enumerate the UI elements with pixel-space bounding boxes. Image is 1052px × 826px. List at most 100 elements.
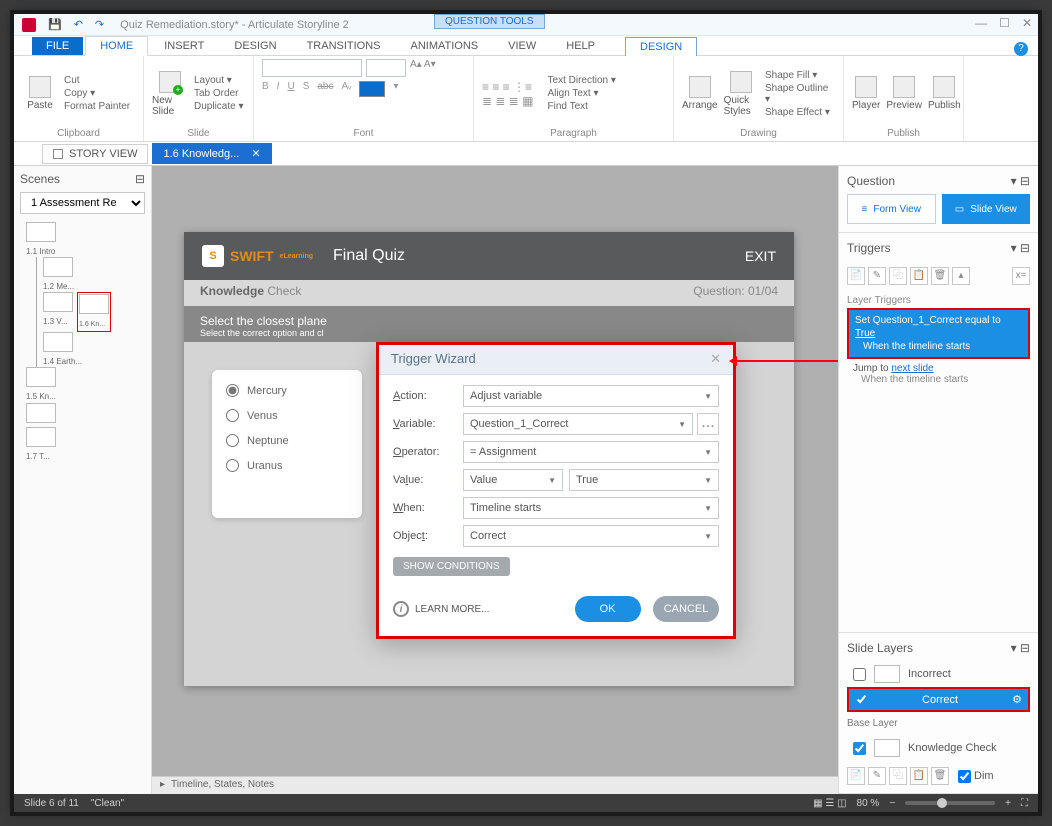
scenes-title: Scenes — [20, 172, 60, 186]
tab-animations[interactable]: ANIMATIONS — [397, 37, 493, 55]
exit-button[interactable]: EXIT — [745, 248, 776, 264]
new-trigger-icon[interactable]: 📄 — [847, 267, 865, 285]
help-icon[interactable]: ? — [1014, 42, 1028, 56]
when-select[interactable]: Timeline starts▼ — [463, 497, 719, 519]
layer-knowledge-check[interactable]: Knowledge Check — [847, 735, 1030, 761]
slide-tree[interactable]: 1.1 Intro 1.2 Me... 1.3 V... 1.6 Kn... 1… — [20, 222, 145, 462]
close-icon[interactable]: ✕ — [1022, 16, 1032, 30]
delete-layer-icon[interactable]: 🗑 — [931, 767, 949, 785]
slide-view-button[interactable]: ▭Slide View — [942, 194, 1031, 224]
paste-layer-icon[interactable]: 📋 — [910, 767, 928, 785]
tab-current-slide[interactable]: 1.6 Knowledg...✕ — [152, 143, 271, 164]
layer-correct[interactable]: Correct⚙ — [847, 687, 1030, 712]
layout-button[interactable]: Layout ▾ — [194, 75, 244, 86]
operator-select[interactable]: = Assignment▼ — [463, 441, 719, 463]
tab-design[interactable]: DESIGN — [220, 37, 290, 55]
option-venus[interactable]: Venus — [226, 409, 348, 422]
edit-trigger-icon[interactable]: ✎ — [868, 267, 886, 285]
player-button[interactable]: Player — [852, 76, 880, 111]
status-bar: Slide 6 of 11 "Clean" ▦ ☰ ◫ 80 % −+ ⛶ — [14, 794, 1038, 812]
scene-select[interactable]: 1 Assessment Re — [20, 192, 145, 214]
shape-fill-button[interactable]: Shape Fill ▾ — [765, 70, 835, 81]
quick-styles-button[interactable]: Quick Styles — [724, 71, 759, 117]
question-panel-title: Question — [847, 174, 895, 188]
zoom-slider[interactable] — [905, 801, 995, 805]
canvas-footer[interactable]: ▸Timeline, States, Notes — [152, 776, 838, 794]
delete-trigger-icon[interactable]: 🗑 — [931, 267, 949, 285]
format-painter-button[interactable]: Format Painter — [64, 101, 130, 112]
copy-button[interactable]: Copy ▾ — [64, 88, 130, 99]
new-slide-button[interactable]: +New Slide — [152, 71, 188, 117]
save-icon[interactable]: 💾 — [48, 18, 62, 31]
copy-layer-icon[interactable]: ⿻ — [889, 767, 907, 785]
tab-order-button[interactable]: Tab Order — [194, 88, 244, 99]
paste-trigger-icon[interactable]: 📋 — [910, 267, 928, 285]
panel-collapse-icon[interactable]: ⊟ — [135, 172, 145, 186]
variable-more-button[interactable]: ... — [697, 413, 719, 435]
option-mercury[interactable]: Mercury — [226, 384, 348, 397]
maximize-icon[interactable]: ☐ — [999, 16, 1010, 30]
window-title: Quiz Remediation.story* - Articulate Sto… — [120, 19, 349, 31]
app-icon — [22, 18, 36, 32]
ribbon: Paste Cut Copy ▾ Format Painter Clipboar… — [14, 56, 1038, 142]
duplicate-button[interactable]: Duplicate ▾ — [194, 101, 244, 112]
question-prompt: Select the closest plane — [200, 314, 778, 328]
shape-outline-button[interactable]: Shape Outline ▾ — [765, 83, 835, 105]
trigger-jump[interactable]: Jump to next slide When the timeline sta… — [847, 359, 1030, 389]
ok-button[interactable]: OK — [575, 596, 641, 622]
tab-question-design[interactable]: DESIGN — [625, 37, 697, 56]
tab-home[interactable]: HOME — [85, 36, 148, 56]
font-color-button[interactable] — [359, 81, 385, 97]
shape-effect-button[interactable]: Shape Effect ▾ — [765, 107, 835, 118]
dialog-title: Trigger Wizard — [391, 351, 476, 368]
font-family-select[interactable] — [262, 59, 362, 77]
tab-story-view[interactable]: STORY VIEW — [42, 144, 148, 164]
layer-incorrect[interactable]: Incorrect — [847, 661, 1030, 687]
dim-checkbox[interactable]: Dim — [958, 767, 994, 785]
align-text-button[interactable]: Align Text ▾ — [548, 88, 616, 99]
show-conditions-button[interactable]: SHOW CONDITIONS — [393, 557, 510, 576]
cancel-button[interactable]: CANCEL — [653, 596, 719, 622]
action-select[interactable]: Adjust variable▼ — [463, 385, 719, 407]
font-size-select[interactable] — [366, 59, 406, 77]
zoom-value: 80 % — [857, 798, 880, 809]
info-icon: i — [393, 601, 409, 617]
tab-file[interactable]: FILE — [32, 37, 83, 55]
arrange-button[interactable]: Arrange — [682, 76, 718, 111]
value-type-select[interactable]: Value▼ — [463, 469, 563, 491]
fit-icon[interactable]: ⛶ — [1021, 798, 1028, 809]
learn-more-link[interactable]: iLEARN MORE... — [393, 601, 489, 617]
object-select[interactable]: Correct▼ — [463, 525, 719, 547]
cut-button[interactable]: Cut — [64, 75, 130, 86]
edit-layer-icon[interactable]: ✎ — [868, 767, 886, 785]
preview-button[interactable]: Preview — [886, 76, 922, 111]
publish-button[interactable]: Publish — [928, 76, 961, 111]
variables-icon[interactable]: x= — [1012, 267, 1030, 285]
gear-icon[interactable]: ⚙ — [1012, 693, 1022, 706]
copy-trigger-icon[interactable]: ⿻ — [889, 267, 907, 285]
close-dialog-icon[interactable]: ✕ — [710, 351, 721, 368]
paste-button[interactable]: Paste — [22, 76, 58, 111]
expand-icon[interactable]: ▸ — [160, 779, 165, 792]
triggers-panel-title: Triggers — [847, 241, 891, 255]
tab-insert[interactable]: INSERT — [150, 37, 218, 55]
tab-transitions[interactable]: TRANSITIONS — [293, 37, 395, 55]
new-layer-icon[interactable]: 📄 — [847, 767, 865, 785]
minimize-icon[interactable]: — — [975, 16, 987, 30]
layout-name: "Clean" — [91, 798, 124, 809]
option-uranus[interactable]: Uranus — [226, 459, 348, 472]
undo-icon[interactable]: ↶ — [74, 18, 83, 31]
text-direction-button[interactable]: Text Direction ▾ — [548, 75, 616, 86]
selected-trigger[interactable]: Set Question_1_Correct equal to True Whe… — [847, 308, 1030, 359]
option-neptune[interactable]: Neptune — [226, 434, 348, 447]
view-icons[interactable]: ▦ ☰ ◫ — [813, 798, 846, 809]
tab-view[interactable]: VIEW — [494, 37, 550, 55]
find-text-button[interactable]: Find Text — [548, 101, 616, 112]
redo-icon[interactable]: ↷ — [95, 18, 104, 31]
variable-select[interactable]: Question_1_Correct▼ — [463, 413, 693, 435]
tab-help[interactable]: HELP — [552, 37, 609, 55]
up-trigger-icon[interactable]: ▴ — [952, 267, 970, 285]
value-select[interactable]: True▼ — [569, 469, 719, 491]
question-counter: Question: 01/04 — [693, 284, 778, 302]
form-view-button[interactable]: ≡Form View — [847, 194, 936, 224]
